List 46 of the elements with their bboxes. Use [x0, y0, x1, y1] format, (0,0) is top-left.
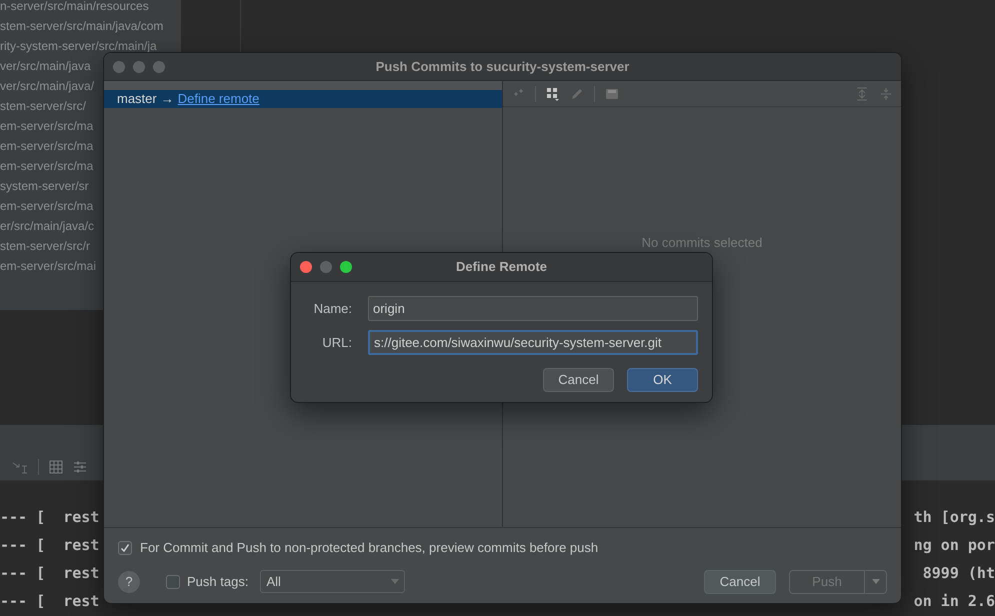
help-button[interactable]: ? [118, 570, 140, 592]
push-tags-label: Push tags: [187, 572, 248, 591]
branch-name: master [117, 90, 157, 108]
branch-row[interactable]: master → Define remote [104, 90, 502, 108]
save-icon[interactable] [605, 86, 619, 100]
settings-icon[interactable] [73, 460, 87, 474]
collapse-all-icon[interactable] [879, 86, 893, 100]
tree-item[interactable]: stem-server/src/main/java/com [0, 16, 181, 36]
window-title: Push Commits to sucurity-system-server [374, 58, 630, 76]
zoom-button[interactable] [340, 261, 352, 273]
grid-icon[interactable] [546, 86, 560, 100]
text-field[interactable]: s://gitee.com/siwaxinwu/security-system-server.git [368, 330, 698, 355]
push-tags-dropdown[interactable]: All [260, 570, 406, 593]
pencil-icon[interactable] [570, 86, 584, 100]
minimize-button[interactable] [320, 261, 332, 273]
console-line: --- [ rest [0, 535, 100, 556]
ok-button[interactable]: OK [627, 368, 698, 392]
console-line: --- [ rest [0, 591, 100, 612]
define-remote-link[interactable]: Define remote [178, 89, 260, 109]
console-line: 8999 (ht [922, 563, 995, 584]
arrow-glyph: → [160, 90, 174, 108]
console-line: on in 2.6 [914, 591, 995, 612]
preview-option-label: For Commit and Push to non-protected branches, preview commits before push [140, 539, 598, 557]
console-line: --- [ rest [0, 507, 100, 528]
expand-all-icon[interactable] [855, 86, 869, 100]
push-options-button[interactable] [865, 570, 887, 594]
caret-icon [872, 579, 880, 584]
caret-icon [391, 579, 400, 584]
cancel-button[interactable]: Cancel [543, 368, 614, 392]
tree-item[interactable]: n-server/src/main/resources [0, 0, 181, 16]
console-line: th [org.s [914, 507, 995, 528]
tree-item[interactable]: rity-system-server/src/main/ja [0, 36, 181, 56]
table-icon[interactable] [49, 460, 63, 474]
close-button[interactable] [300, 261, 312, 273]
cancel-button[interactable]: Cancel [704, 570, 776, 594]
dialog-title: Define Remote [454, 258, 548, 276]
field-label: Name: [312, 300, 352, 318]
close-button[interactable] [113, 60, 125, 72]
console-line: ng on por [914, 535, 995, 556]
minimize-button[interactable] [133, 60, 145, 72]
field-label: URL: [321, 334, 352, 352]
scroll-to-end-icon[interactable] [12, 460, 28, 474]
preview-checkbox[interactable] [118, 540, 132, 555]
text-field[interactable]: origin [368, 296, 698, 321]
console-line: --- [ rest [0, 563, 100, 584]
push-tags-checkbox[interactable] [166, 574, 180, 588]
